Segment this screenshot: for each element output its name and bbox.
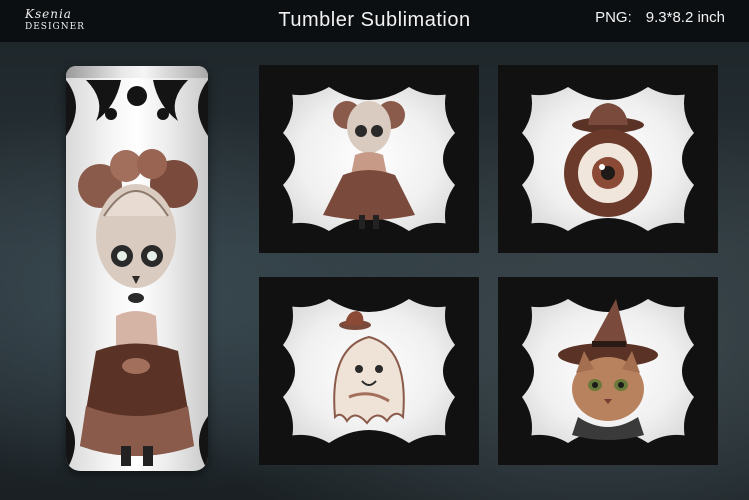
- format-label: PNG:: [595, 9, 632, 26]
- tumbler-doll-illustration: [66, 80, 208, 471]
- eyeball-illustration: [564, 103, 652, 217]
- cat-illustration: [558, 299, 658, 440]
- format-size: 9.3*8.2 inch: [645, 9, 725, 26]
- header-bar: Ksenia DESIGNER Tumbler Sublimation PNG:…: [0, 0, 749, 42]
- design-card-ghost: [259, 277, 479, 465]
- design-card-cat: [498, 277, 718, 465]
- format-info: PNG: 9.3*8.2 inch: [595, 9, 725, 26]
- tumbler-mockup: [66, 66, 208, 471]
- design-card-eyeball: [498, 65, 718, 253]
- ghost-illustration: [333, 311, 405, 425]
- design-card-doll: [259, 65, 479, 253]
- doll-illustration: [323, 101, 415, 229]
